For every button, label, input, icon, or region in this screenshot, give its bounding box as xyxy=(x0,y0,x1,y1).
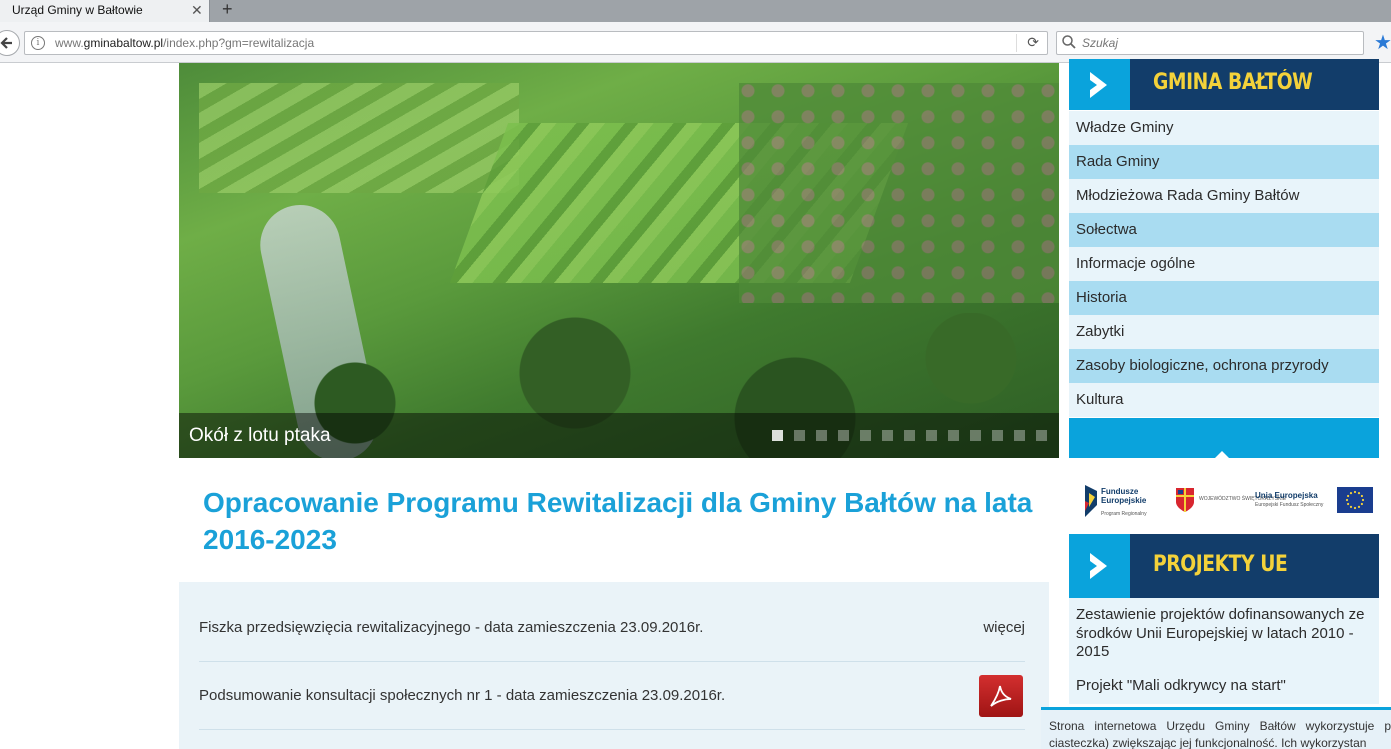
fundusze-europejskie-logo: Fundusze Europejskie Program Regionalny xyxy=(1083,483,1147,524)
acrobat-logo-icon xyxy=(990,685,1012,707)
eu-star xyxy=(1347,494,1350,498)
slide-dot[interactable] xyxy=(838,430,849,441)
sidebar-item-mlodziezowa-rada[interactable]: Młodzieżowa Rada Gminy Bałtów xyxy=(1069,179,1379,213)
search-bar[interactable]: Szukaj xyxy=(1056,31,1364,55)
eu-star xyxy=(1357,505,1361,508)
pdf-icon[interactable] xyxy=(979,675,1023,717)
browser-tab[interactable]: Urząd Gminy w Bałtowie ✕ xyxy=(0,0,210,22)
slide-dot[interactable] xyxy=(860,430,871,441)
eu-star xyxy=(1353,490,1357,494)
coat-of-arms-icon xyxy=(1176,488,1194,512)
slide-dot[interactable] xyxy=(882,430,893,441)
sidebar-item-zabytki[interactable]: Zabytki xyxy=(1069,315,1379,349)
sidebar-item-rada[interactable]: Rada Gminy xyxy=(1069,145,1379,179)
hero-slider[interactable]: Okół z lotu ptaka xyxy=(179,63,1059,458)
eu-logos: Fundusze Europejskie Program Regionalny … xyxy=(1069,475,1379,525)
search-icon xyxy=(1062,35,1076,49)
document-row: Podsumowanie konsultacji społecznych nr … xyxy=(199,662,1025,730)
address-bar[interactable]: i www.gminabaltow.pl/index.php?gm=rewita… xyxy=(24,31,1048,55)
sidebar-item-informacje[interactable]: Informacje ogólne xyxy=(1069,247,1379,281)
header-arrow-box xyxy=(1069,534,1130,598)
document-list: Fiszka przedsięwzięcia rewitalizacyjnego… xyxy=(179,582,1049,749)
eu-star xyxy=(1360,494,1363,498)
bookmark-star-icon[interactable]: ★ xyxy=(1374,30,1391,55)
project-link[interactable]: Projekt "Mali odkrywcy na start" xyxy=(1069,668,1379,704)
slide-dot[interactable] xyxy=(1036,430,1047,441)
tab-strip: Urząd Gminy w Bałtowie ✕ + xyxy=(0,0,1391,22)
more-link[interactable]: więcej xyxy=(983,619,1025,636)
eu-star xyxy=(1353,506,1357,510)
hero-photo-field xyxy=(199,83,519,193)
sidebar-item-wladze[interactable]: Władze Gminy xyxy=(1069,111,1379,145)
gmina-header-title: GMINA BAŁTÓW xyxy=(1153,70,1313,95)
ue-logo-title: Unia Europejska xyxy=(1255,491,1318,500)
chevron-right-icon xyxy=(1090,553,1107,579)
eu-star xyxy=(1349,492,1353,495)
eu-star xyxy=(1347,502,1350,506)
tab-title: Urząd Gminy w Bałtowie xyxy=(12,3,143,17)
ue-logo-subtitle: Europejski Fundusz Społeczny xyxy=(1255,502,1324,508)
back-arrow-icon xyxy=(0,37,12,49)
gmina-header: GMINA BAŁTÓW xyxy=(1069,59,1379,110)
back-button[interactable] xyxy=(0,30,20,56)
url-text: www.gminabaltow.pl/index.php?gm=rewitali… xyxy=(55,36,315,50)
eu-star xyxy=(1361,498,1365,502)
new-tab-button[interactable]: + xyxy=(222,0,233,20)
project-link[interactable]: Zestawienie projektów dofinansowanych ze… xyxy=(1069,598,1379,668)
eu-star xyxy=(1349,505,1353,508)
cookie-text: Strona internetowa Urzędu Gminy Bałtów w… xyxy=(1049,719,1391,749)
hero-photo-village xyxy=(739,83,1059,303)
eu-star xyxy=(1357,492,1361,495)
document-title: Fiszka przedsięwzięcia rewitalizacyjnego… xyxy=(199,619,704,636)
slide-dot[interactable] xyxy=(926,430,937,441)
sidebar-item-solectwa[interactable]: Sołectwa xyxy=(1069,213,1379,247)
slide-dot[interactable] xyxy=(816,430,827,441)
reload-icon[interactable]: ⟳ xyxy=(1027,34,1039,51)
projects-header-title: PROJEKTY UE xyxy=(1153,552,1288,577)
slide-dot[interactable] xyxy=(992,430,1003,441)
slide-dot[interactable] xyxy=(1014,430,1025,441)
fe-star-icon xyxy=(1085,485,1097,517)
close-tab-icon[interactable]: ✕ xyxy=(191,2,203,19)
sidebar-notch xyxy=(1213,451,1231,460)
eu-stars-icon xyxy=(1345,490,1365,510)
document-title: Podsumowanie konsultacji społecznych nr … xyxy=(199,687,726,704)
slide-dot[interactable] xyxy=(970,430,981,441)
slide-caption-bar: Okół z lotu ptaka xyxy=(179,413,1059,458)
chevron-right-icon xyxy=(1090,72,1107,98)
page-title: Opracowanie Programu Rewitalizacji dla G… xyxy=(203,487,1033,555)
info-icon[interactable]: i xyxy=(31,36,45,50)
sidebar-item-kultura[interactable]: Kultura xyxy=(1069,383,1379,417)
swietokrzyskie-logo: WOJEWÓDZTWO ŚWIĘTOKRZYSKIE xyxy=(1175,487,1286,518)
slide-dot[interactable] xyxy=(794,430,805,441)
slide-dot[interactable] xyxy=(904,430,915,441)
slide-dot[interactable] xyxy=(948,430,959,441)
sidebar-item-zasoby[interactable]: Zasoby biologiczne, ochrona przyrody xyxy=(1069,349,1379,383)
sidebar-item-historia[interactable]: Historia xyxy=(1069,281,1379,315)
header-arrow-box xyxy=(1069,59,1130,110)
search-input[interactable]: Szukaj xyxy=(1082,36,1118,50)
reload-separator xyxy=(1016,34,1017,52)
slide-dot[interactable] xyxy=(772,430,783,441)
document-row: Fiszka przedsięwzięcia rewitalizacyjnego… xyxy=(199,594,1025,662)
slide-caption: Okół z lotu ptaka xyxy=(189,425,331,446)
navigation-bar: i www.gminabaltow.pl/index.php?gm=rewita… xyxy=(0,22,1391,63)
eu-flag-icon xyxy=(1337,487,1373,513)
eu-star xyxy=(1345,498,1349,502)
eu-star xyxy=(1360,502,1363,506)
cookie-notice: Strona internetowa Urzędu Gminy Bałtów w… xyxy=(1041,707,1391,749)
projects-header: PROJEKTY UE xyxy=(1069,534,1379,598)
